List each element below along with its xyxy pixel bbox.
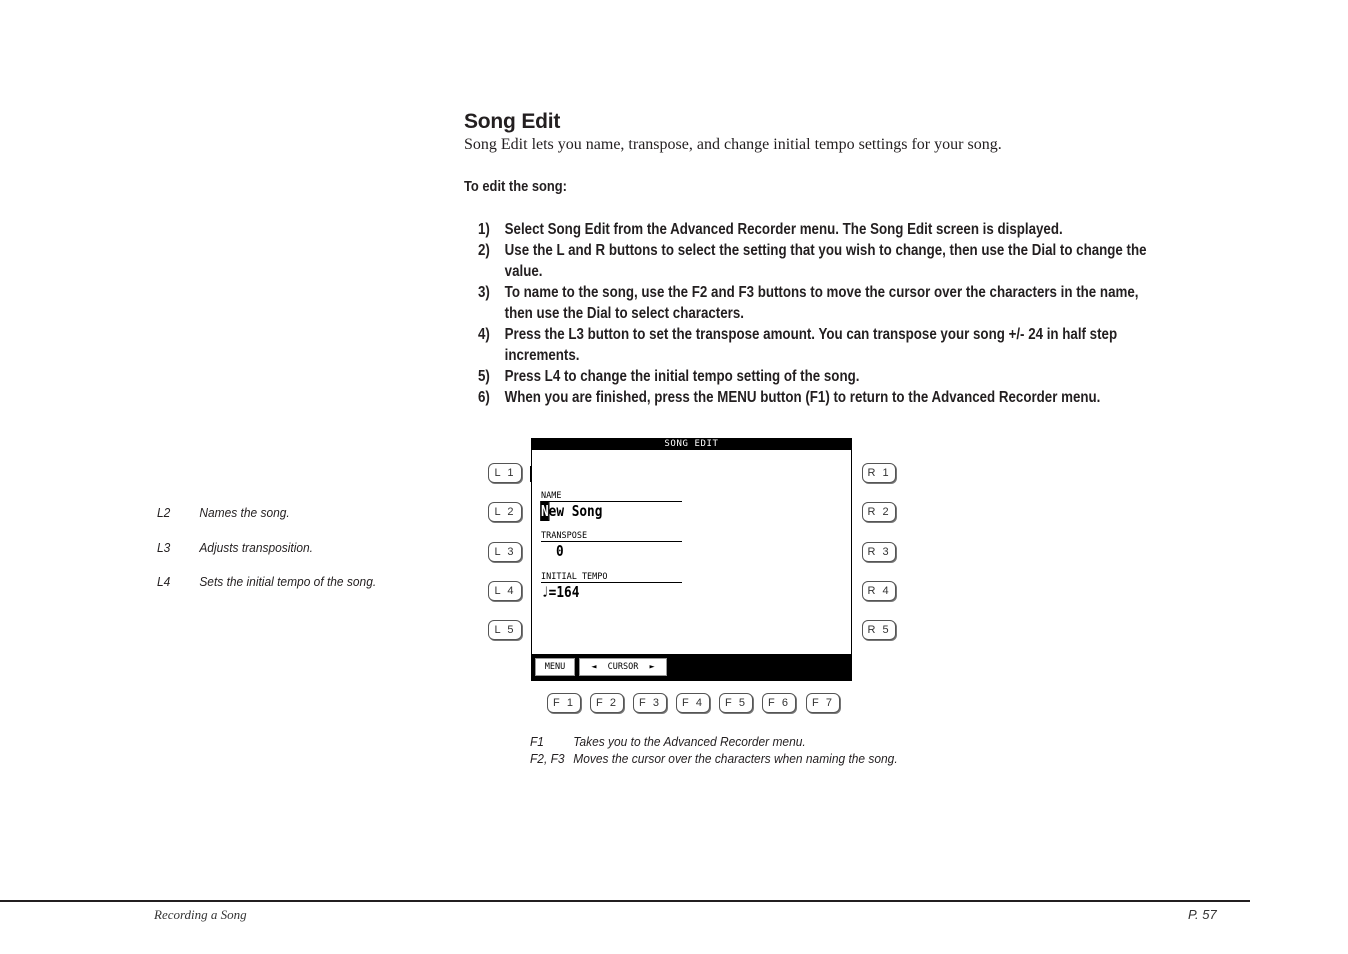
bracket-left	[530, 466, 535, 482]
side-note-text: Adjusts transposition.	[199, 540, 314, 555]
step-text: Select Song Edit from the Advanced Recor…	[505, 219, 1227, 240]
f5-button[interactable]: F 5	[719, 693, 753, 713]
page-title: Song Edit	[464, 110, 561, 133]
step-item: 4) Press the L3 button to set the transpo…	[478, 324, 1226, 366]
lcd-softkey-bar: MENU ◄ CURSOR ►	[532, 654, 851, 681]
f2-button[interactable]: F 2	[590, 693, 624, 713]
f1-button[interactable]: F 1	[547, 693, 581, 713]
l4-button[interactable]: L 4	[488, 581, 522, 601]
side-note-key: L3	[157, 540, 171, 555]
step-item: 5) Press L4 to change the initial tempo s…	[478, 366, 1226, 387]
name-label[interactable]: NAME	[541, 491, 682, 502]
step-number: 4)	[478, 326, 490, 343]
function-note-key: F1	[530, 734, 544, 749]
tempo-field[interactable]: ♩=164	[541, 583, 579, 601]
arrow-right-icon: ►	[649, 662, 655, 672]
step-text: Use the L and R buttons to select the se…	[505, 240, 1227, 282]
r5-button[interactable]: R 5	[862, 620, 896, 640]
r3-button[interactable]: R 3	[862, 542, 896, 562]
side-note-text: Sets the initial tempo of the song.	[199, 574, 377, 589]
cursor-softkey[interactable]: ◄ CURSOR ►	[579, 658, 667, 676]
step-number: 5)	[478, 368, 490, 385]
procedure-heading: To edit the song:	[464, 178, 567, 195]
l5-button[interactable]: L 5	[488, 620, 522, 640]
step-text: Press the L3 button to set the transpose…	[505, 324, 1227, 366]
r2-button[interactable]: R 2	[862, 502, 896, 522]
l1-button[interactable]: L 1	[488, 463, 522, 483]
step-line: Press the L3 button to set the transpose…	[504, 326, 1118, 343]
step-number: 6)	[478, 389, 490, 406]
song-name-field[interactable]: New Song	[540, 501, 603, 521]
step-number: 3)	[478, 284, 490, 301]
step-item: 6) When you are finished, press the MENU …	[478, 387, 1226, 408]
l3-button[interactable]: L 3	[488, 542, 522, 562]
step-text: When you are finished, press the MENU bu…	[505, 387, 1227, 408]
cursor-softkey-label: CURSOR	[607, 662, 639, 672]
step-item: 3) To name to the song, use the F2 and F3…	[478, 282, 1226, 324]
lcd-screen: SONG EDIT NAME New Song TRANSPOSE 0 INIT…	[530, 438, 852, 681]
tempo-value: =164	[548, 583, 580, 601]
side-note-key: L2	[157, 505, 171, 520]
step-text: To name to the song, use the F2 and F3 b…	[505, 282, 1227, 324]
function-note-text: Moves the cursor over the characters whe…	[573, 751, 898, 766]
step-line: Press L4 to change the initial tempo set…	[504, 368, 860, 385]
footer-divider	[0, 900, 1250, 902]
l2-button[interactable]: L 2	[488, 502, 522, 522]
step-item: 2) Use the L and R buttons to select the …	[478, 240, 1226, 282]
function-note: F2, F3 Moves the cursor over the characte…	[530, 751, 898, 766]
step-text: Press L4 to change the initial tempo set…	[505, 366, 1227, 387]
side-note: L3 Adjusts transposition.	[157, 540, 313, 555]
function-note: F1 Takes you to the Advanced Recorder men…	[530, 734, 806, 749]
step-line: Select Song Edit from the Advanced Recor…	[504, 221, 1063, 238]
r4-button[interactable]: R 4	[862, 581, 896, 601]
step-line: value.	[504, 263, 543, 280]
function-note-key: F2, F3	[530, 751, 565, 766]
step-line: Use the L and R buttons to select the se…	[504, 242, 1147, 259]
transpose-label[interactable]: TRANSPOSE	[541, 531, 682, 542]
side-note: L2 Names the song.	[157, 505, 290, 520]
step-item: 1) Select Song Edit from the Advanced Rec…	[478, 219, 1226, 240]
f4-button[interactable]: F 4	[676, 693, 710, 713]
f6-button[interactable]: F 6	[762, 693, 796, 713]
lcd-header: SONG EDIT	[532, 438, 851, 450]
step-number: 2)	[478, 242, 490, 259]
function-note-text: Takes you to the Advanced Recorder menu.	[573, 734, 806, 749]
footer-section-title: Recording a Song	[154, 907, 247, 922]
side-note-text: Names the song.	[199, 505, 290, 520]
side-note-key: L4	[157, 574, 171, 589]
step-line: then use the Dial to select characters.	[504, 305, 744, 322]
side-note: L4 Sets the initial tempo of the song.	[157, 574, 376, 589]
arrow-left-icon: ◄	[591, 662, 597, 672]
text-cursor: N	[540, 501, 550, 521]
tempo-label[interactable]: INITIAL TEMPO	[541, 572, 682, 583]
step-line: When you are finished, press the MENU bu…	[504, 389, 1101, 406]
intro-paragraph: Song Edit lets you name, transpose, and …	[464, 136, 1002, 153]
transpose-value[interactable]: 0	[556, 542, 564, 560]
r1-button[interactable]: R 1	[862, 463, 896, 483]
page-number: P. 57	[1188, 907, 1217, 922]
quarter-note-icon: ♩	[541, 583, 549, 601]
step-line: To name to the song, use the F2 and F3 b…	[504, 284, 1139, 301]
f3-button[interactable]: F 3	[633, 693, 667, 713]
step-line: increments.	[504, 347, 580, 364]
menu-softkey[interactable]: MENU	[535, 658, 575, 676]
step-number: 1)	[478, 221, 490, 238]
song-name-text: ew Song	[548, 502, 603, 520]
steps-list: 1) Select Song Edit from the Advanced Rec…	[478, 219, 1226, 408]
f7-button[interactable]: F 7	[806, 693, 840, 713]
